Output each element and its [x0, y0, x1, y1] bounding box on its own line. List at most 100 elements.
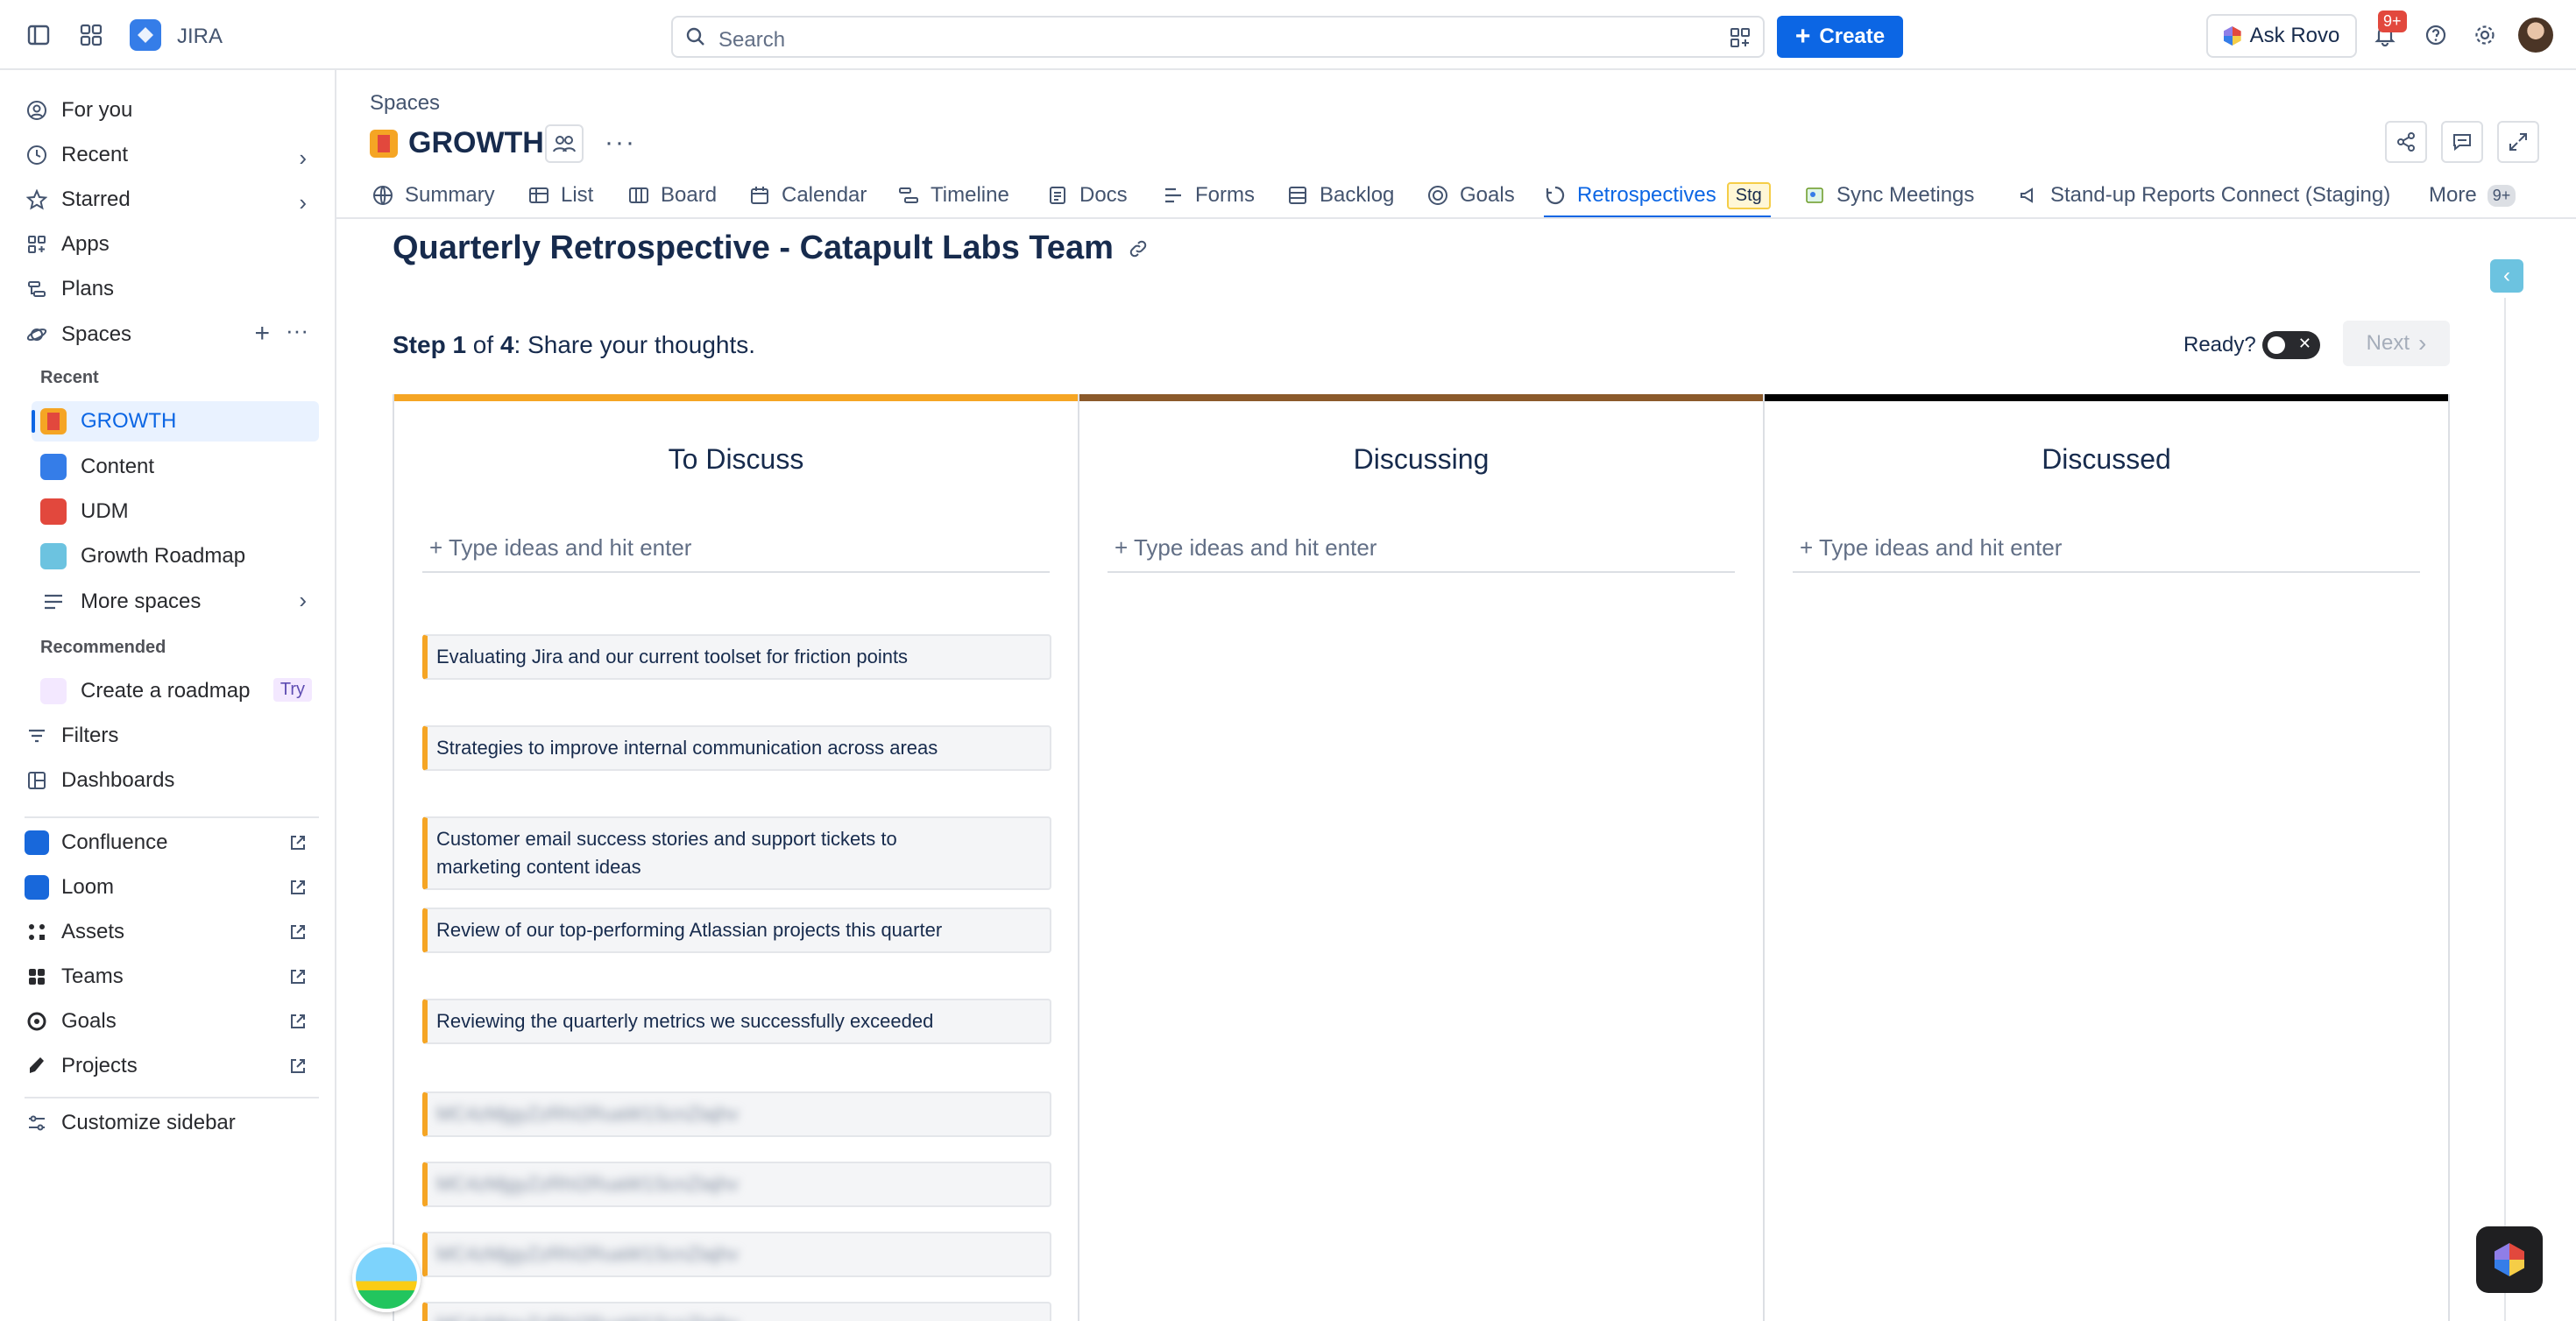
sidebar-item-spaces[interactable]: Spaces + ···	[25, 315, 319, 354]
sidebar-space-growth[interactable]: GROWTH	[32, 401, 319, 442]
tab-stand-up-reports[interactable]: Stand-up Reports Connect (Staging)	[2017, 175, 2390, 215]
search-filter-icon[interactable]	[1730, 27, 1751, 48]
settings-gear-icon[interactable]	[2469, 19, 2501, 51]
sidebar-item-recent[interactable]: Recent ›	[25, 136, 319, 174]
forms-icon	[1162, 184, 1185, 207]
user-avatar[interactable]	[2518, 18, 2553, 53]
team-members-button[interactable]	[545, 124, 584, 163]
idea-card[interactable]: Evaluating Jira and our current toolset …	[422, 634, 1051, 680]
teams-icon	[25, 964, 49, 989]
idea-card[interactable]: MC4zMjgyZzRhI2RuaW1ScnZlajhv	[422, 1162, 1051, 1207]
link-icon[interactable]	[1128, 238, 1149, 259]
search-input[interactable]: Search	[671, 16, 1765, 58]
tab-backlog[interactable]: Backlog	[1286, 175, 1394, 215]
sidebar-link-loom[interactable]: Loom	[25, 868, 319, 907]
retrospectives-icon	[1544, 184, 1567, 207]
sidebar-space-content[interactable]: Content	[32, 447, 319, 487]
idea-card[interactable]: Review of our top-performing Atlassian p…	[422, 908, 1051, 953]
backlog-icon	[1286, 184, 1309, 207]
assets-icon	[25, 920, 49, 944]
column-color-bar	[394, 394, 1078, 401]
sidebar-item-dashboards[interactable]: Dashboards	[25, 761, 319, 800]
sidebar-item-plans[interactable]: Plans	[25, 270, 319, 308]
sidebar-link-teams[interactable]: Teams	[25, 957, 319, 996]
right-panel-divider	[2504, 298, 2506, 1321]
app-name[interactable]: JIRA	[177, 25, 223, 49]
rovo-chat-button[interactable]	[2476, 1226, 2543, 1293]
tab-summary[interactable]: Summary	[372, 175, 495, 215]
tab-more[interactable]: More 9+	[2429, 175, 2516, 215]
tab-goals[interactable]: Goals	[1426, 175, 1515, 215]
chevron-right-icon[interactable]: ›	[299, 189, 307, 216]
sidebar-space-udm[interactable]: UDM	[32, 491, 319, 532]
column-color-bar	[1765, 394, 2448, 401]
sidebar-item-apps[interactable]: Apps	[25, 225, 319, 264]
tab-docs[interactable]: Docs	[1046, 175, 1128, 215]
sidebar-item-label: Starred	[61, 187, 131, 211]
tab-retrospectives[interactable]: Retrospectives Stg	[1544, 175, 1771, 219]
sidebar-create-roadmap[interactable]: Create a roadmap Try	[32, 671, 319, 711]
document-icon	[1046, 184, 1069, 207]
sidebar-item-label: Loom	[61, 875, 115, 899]
space-more-actions-icon[interactable]: ···	[605, 128, 636, 158]
tab-board[interactable]: Board	[627, 175, 717, 215]
filter-icon	[25, 724, 49, 748]
idea-card[interactable]: MC4zMjgyZzRhI2RuaW1ScnZlajhv	[422, 1091, 1051, 1137]
sidebar-space-growth-roadmap[interactable]: Growth Roadmap	[32, 536, 319, 576]
sidebar-more-spaces[interactable]: More spaces ›	[32, 582, 319, 622]
idea-input[interactable]: + Type ideas and hit enter	[1793, 531, 2420, 573]
tabs-divider	[336, 217, 2576, 219]
spaces-more-icon[interactable]: ···	[286, 317, 308, 344]
tab-calendar[interactable]: Calendar	[748, 175, 867, 215]
fullscreen-button[interactable]	[2497, 121, 2539, 163]
idea-card[interactable]: Reviewing the quarterly metrics we succe…	[422, 999, 1051, 1044]
idea-input[interactable]: + Type ideas and hit enter	[422, 531, 1050, 573]
jira-logo-icon[interactable]	[130, 19, 161, 51]
sidebar-link-confluence[interactable]: Confluence	[25, 823, 319, 862]
help-icon[interactable]	[2420, 19, 2452, 51]
idea-card[interactable]: MC4zMjgyZzRhI2RuaW1ScnZlajhv	[422, 1232, 1051, 1277]
ask-rovo-label: Ask Rovo	[2249, 24, 2340, 47]
collapse-panel-button[interactable]: ‹	[2490, 259, 2523, 293]
sidebar-link-projects[interactable]: Projects	[25, 1047, 319, 1085]
tab-timeline[interactable]: Timeline	[897, 175, 1009, 215]
tab-sync-meetings[interactable]: Sync Meetings	[1803, 175, 1974, 215]
feedback-button[interactable]	[2441, 121, 2483, 163]
chevron-right-icon[interactable]: ›	[299, 145, 307, 172]
tab-forms[interactable]: Forms	[1162, 175, 1255, 215]
idea-card[interactable]: Customer email success stories and suppo…	[422, 816, 1051, 890]
sidebar-toggle-icon[interactable]	[23, 19, 54, 51]
dashboard-icon	[25, 768, 49, 793]
sidebar-item-label: Plans	[61, 277, 115, 300]
chevron-right-icon: ›	[2418, 329, 2427, 357]
sidebar-link-goals[interactable]: Goals	[25, 1002, 319, 1041]
idea-card[interactable]: MC4zMjgyZzRhI2RuaW1ScnZlajhv	[422, 1302, 1051, 1321]
app-switcher-icon[interactable]	[75, 19, 107, 51]
sidebar-item-for-you[interactable]: For you	[25, 91, 319, 130]
idea-card[interactable]: Strategies to improve internal communica…	[422, 725, 1051, 771]
add-space-icon[interactable]: +	[254, 319, 270, 349]
create-button[interactable]: + Create	[1777, 16, 1903, 58]
sidebar-item-label: Goals	[61, 1009, 117, 1033]
column-discussing: Discussing + Type ideas and hit enter	[1079, 394, 1765, 1321]
sidebar-item-filters[interactable]: Filters	[25, 717, 319, 755]
sidebar-item-starred[interactable]: Starred ›	[25, 180, 319, 219]
people-icon	[553, 136, 576, 152]
tab-label: Sync Meetings	[1836, 183, 1975, 207]
step-total: 4	[499, 331, 514, 358]
breadcrumb[interactable]: Spaces	[370, 91, 440, 116]
sidebar: For you Recent › Starred › Apps Plans Sp…	[0, 70, 336, 1321]
external-link-icon	[291, 1059, 305, 1073]
plus-icon: +	[1794, 22, 1811, 51]
tab-list[interactable]: List	[527, 175, 593, 215]
beach-avatar-button[interactable]	[352, 1244, 421, 1312]
content-space-icon	[40, 454, 67, 480]
ask-rovo-button[interactable]: Ask Rovo	[2206, 14, 2357, 58]
share-button[interactable]	[2385, 121, 2427, 163]
sidebar-link-assets[interactable]: Assets	[25, 913, 319, 951]
chevron-left-icon: ‹	[2503, 264, 2510, 287]
ready-toggle[interactable]	[2262, 331, 2320, 359]
idea-input[interactable]: + Type ideas and hit enter	[1108, 531, 1735, 573]
next-button[interactable]: Next ›	[2343, 321, 2450, 366]
sidebar-customize[interactable]: Customize sidebar	[25, 1104, 319, 1142]
